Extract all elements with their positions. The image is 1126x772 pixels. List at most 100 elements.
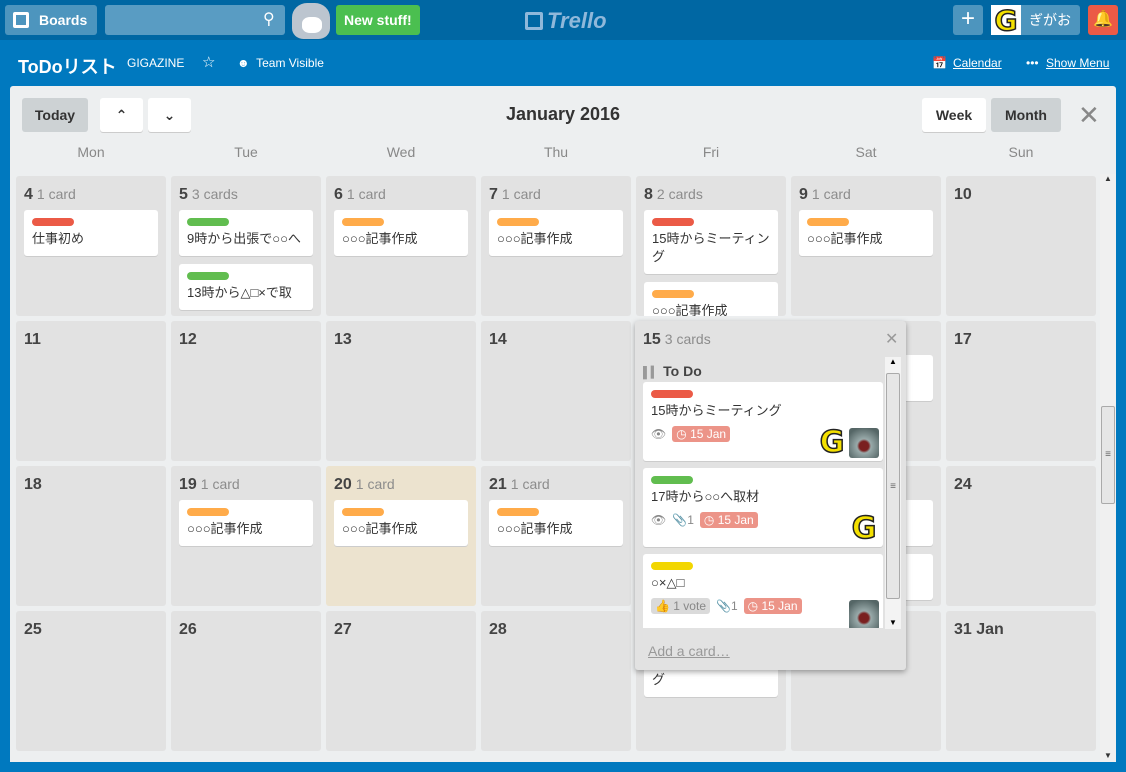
day-cell[interactable]: 61 card ○○○記事作成 [326,176,476,316]
day-number: 7 [489,186,498,203]
due-date-badge: ◷ 15 Jan [699,512,758,528]
card-label [807,218,849,226]
top-bar: Boards ⚲ New stuff! Trello + G ぎがお 🔔 [0,0,1126,40]
day-cell[interactable]: 24 [946,466,1096,606]
week-button[interactable]: Week [922,98,986,132]
attachment-count: 1 [687,513,694,527]
member-avatar-shark[interactable] [849,428,879,458]
scrollbar-thumb[interactable]: ≡ [1101,406,1115,504]
day-number: 5 [179,186,188,203]
boards-button[interactable]: Boards [5,5,97,35]
calendar-link[interactable]: Calendar [953,56,1002,70]
user-menu-button[interactable]: G ぎがお [991,3,1080,37]
day-cell[interactable]: 10 [946,176,1096,316]
card[interactable]: ○○○記事作成 [334,500,468,546]
member-avatar-g[interactable]: G [849,513,879,545]
calendar-panel: Today ⌃ ⌄ January 2016 Week Month ✕ Mon T… [10,86,1116,762]
husky-mascot-icon[interactable] [292,3,330,39]
member-avatar-g[interactable]: G [817,427,847,459]
card[interactable]: ○○○記事作成 [489,500,623,546]
day-number: 6 [334,186,343,203]
add-card-link[interactable]: Add a card… [648,643,730,659]
day-cell[interactable]: 13 [326,321,476,461]
popover-card[interactable]: 17時から○○へ取材 👁 📎1 ◷ 15 Jan G [643,468,883,547]
card[interactable]: ○○○記事作成 [799,210,933,256]
paperclip-icon: 📎 [716,599,731,613]
member-avatar-shark[interactable] [849,600,879,628]
board-header: ToDoリスト GIGAZINE ☆ ☻ Team Visible 📅 Cale… [0,40,1126,86]
card-title: 15時からミーティング [651,403,782,418]
add-button[interactable]: + [953,5,983,35]
card-title: 仕事初め [32,231,85,246]
day-cell[interactable]: 41 card 仕事初め [16,176,166,316]
day-cell[interactable]: 14 [481,321,631,461]
board-title[interactable]: ToDoリスト [18,53,117,79]
paperclip-icon: 📎 [672,513,688,527]
visibility-button[interactable]: ☻ Team Visible [237,56,324,70]
day-cell[interactable]: 26 [171,611,321,751]
card[interactable]: 13時から△□×で取 [179,264,313,310]
trello-logo[interactable]: Trello [525,8,607,34]
popover-card[interactable]: 15時からミーティング 👁 ◷ 15 Jan G [643,382,883,461]
notifications-bell-icon[interactable]: 🔔 [1088,5,1118,35]
day-cell[interactable]: 31 Jan [946,611,1096,751]
popover-close-icon[interactable]: ✕ [885,329,898,349]
day-cell[interactable]: 53 cards 9時から出張で○○へ 13時から△□×で取 [171,176,321,316]
search-icon[interactable]: ⚲ [263,9,275,29]
popover-scrollbar-thumb[interactable]: ≡ [886,373,900,599]
card-title: ○○○記事作成 [497,231,573,246]
day-number: 17 [954,331,972,348]
day-number: 18 [24,476,42,493]
day-cell[interactable]: 20 1 card ○○○記事作成 [326,466,476,606]
day-cell[interactable]: 21 1 card ○○○記事作成 [481,466,631,606]
day-cell[interactable]: 17 [946,321,1096,461]
card-title: ○×△□ [651,575,685,590]
card-label [342,218,384,226]
day-cell[interactable]: 11 [16,321,166,461]
logo-text: Trello [547,8,607,33]
day-cell[interactable]: 19 1 card ○○○記事作成 [171,466,321,606]
search-input[interactable] [105,5,285,35]
new-stuff-button[interactable]: New stuff! [336,5,420,35]
day-number: 25 [24,621,42,638]
day-cell[interactable]: 12 [171,321,321,461]
day-cell[interactable]: 71 card ○○○記事作成 [481,176,631,316]
attachment-count: 1 [730,599,738,613]
day-cell[interactable]: 27 [326,611,476,751]
due-date: 15 Jan [717,513,754,527]
popover-card[interactable]: ○×△□ 👍 1 vote 📎1 ◷ 15 Jan [643,554,883,628]
star-icon[interactable]: ☆ [202,53,215,71]
attachment-badge: 📎1 [672,513,694,527]
day-cell[interactable]: 25 [16,611,166,751]
day-number: 24 [954,476,972,493]
card[interactable]: 9時から出張で○○へ [179,210,313,256]
card[interactable]: 15時からミーティング [644,210,778,274]
card[interactable]: 仕事初め [24,210,158,256]
show-menu-link[interactable]: Show Menu [1046,56,1109,70]
weekday-header: Sat [855,144,877,160]
card[interactable]: ○○○記事作成 [489,210,623,256]
day-cell[interactable]: 28 [481,611,631,751]
vote-badge[interactable]: 👍 1 vote [651,598,710,614]
scrollbar[interactable]: ▲ ≡ ▼ [1100,174,1116,762]
team-icon: ☻ [237,56,250,70]
card-count: 1 card [36,186,76,202]
day-cell[interactable]: 91 card ○○○記事作成 [791,176,941,316]
weekday-header: Mon [77,144,105,160]
close-icon[interactable]: ✕ [1078,100,1100,131]
card-label [652,290,694,298]
day-cell[interactable]: 18 [16,466,166,606]
day-cell[interactable]: 82 cards 15時からミーティング ○○○記事作成 [636,176,786,316]
card[interactable]: ○○○記事作成 [179,500,313,546]
board-icon [13,12,29,28]
card[interactable]: ○○○記事作成 [334,210,468,256]
month-grid: 41 card 仕事初め 5 3 cards 9時から出張で○○へ 13時から△□×で取 6… [16,176,1096,751]
popover-scrollbar[interactable]: ▲ ≡ ▼ [885,357,901,629]
list-name-label: To Do [663,363,702,379]
thumbs-up-icon: 👍 [655,599,670,613]
eye-icon: 👁 [651,513,667,527]
team-name[interactable]: GIGAZINE [127,56,184,70]
card[interactable]: ○○○記事作成 [644,282,778,316]
month-button[interactable]: Month [991,98,1061,132]
card-label [32,218,74,226]
